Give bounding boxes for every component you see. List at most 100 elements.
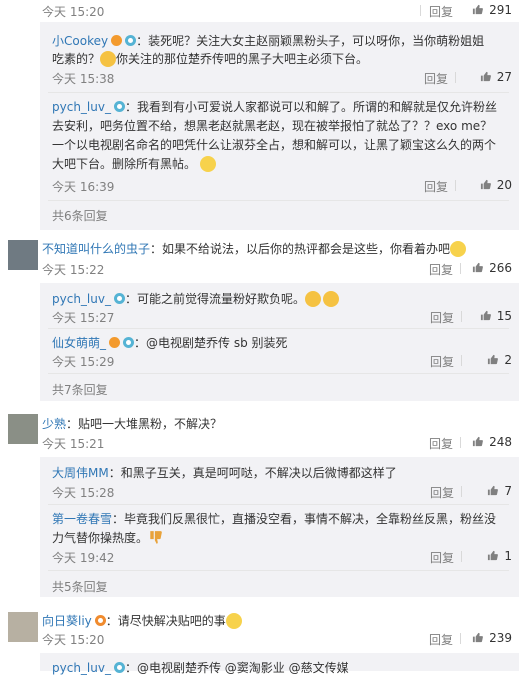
reply-text: pych_luv_ ：@电视剧楚乔传 @窦淘影业 @慈文传媒 <box>52 659 512 676</box>
comment-author[interactable]: 不知道叫什么的虫子 <box>42 242 150 256</box>
like-count: 239 <box>489 631 512 645</box>
verified-icon <box>125 35 137 46</box>
thumb-icon <box>480 310 491 321</box>
reply-button[interactable]: 回复 <box>429 261 453 278</box>
thumb-icon <box>473 262 484 273</box>
like-button[interactable]: 291 <box>460 3 512 17</box>
reply-content-line4: 大吧下台。删除所有黑帖。 <box>52 157 197 171</box>
reply-button[interactable]: 回复 <box>430 549 454 566</box>
show-more-replies[interactable]: 共5条回复 <box>52 578 108 595</box>
like-button[interactable]: 239 <box>460 631 512 645</box>
reply-text: 大周伟MM：和黑子互关，真是呵呵哒，不解决以后微博都这样了 <box>52 464 512 481</box>
thumb-icon <box>488 485 499 496</box>
reply-button[interactable]: 回复 <box>424 70 448 87</box>
reply-button[interactable]: 回复 <box>430 353 454 370</box>
verified-icon <box>94 615 106 626</box>
avatar[interactable] <box>8 414 38 444</box>
reply-button[interactable]: 回复 <box>424 178 448 195</box>
reply-button[interactable]: 回复 <box>430 309 454 326</box>
crown-icon <box>109 337 121 348</box>
like-button[interactable]: 2 <box>460 353 512 367</box>
reply-author[interactable]: 小Cookey <box>52 34 108 48</box>
comment-text: 向日葵liy ：请尽快解决贴吧的事 <box>42 612 512 629</box>
thumb-icon <box>473 4 484 15</box>
reply-text: 小Cookey ：装死呢？关注大女主赵丽颖黑粉头子，可以呀你，当你萌粉姐姐 吃素的… <box>52 32 512 68</box>
reply-time: 今天 15:27 <box>52 311 115 325</box>
like-button[interactable]: 266 <box>460 261 512 275</box>
thumb-icon <box>480 179 491 190</box>
crown-icon <box>111 35 123 46</box>
verified-icon <box>113 101 125 112</box>
thumb-icon <box>473 632 484 643</box>
comment-text: 少熟：贴吧一大堆黑粉，不解决？ <box>42 415 512 432</box>
reply-time: 今天 15:38 <box>52 72 115 86</box>
like-button[interactable]: 7 <box>460 484 512 498</box>
comment-time: 今天 15:22 <box>42 263 105 277</box>
reply-author[interactable]: 仙女萌萌_ <box>52 336 106 350</box>
scared-emoji <box>304 291 321 307</box>
comment-time: 今天 15:20 <box>42 633 105 647</box>
action-divider <box>455 180 456 191</box>
reply-content: ：和黑子互关，真是呵呵哒，不解决以后微博都这样了 <box>108 466 397 480</box>
comment-author[interactable]: 少熟 <box>42 417 66 431</box>
comment-time: 今天 15:21 <box>42 437 105 451</box>
thumb-icon <box>488 354 499 365</box>
like-button[interactable]: 20 <box>460 178 512 192</box>
reply-content-line1: ：我看到有小可爱说人家都说可以和解了。所谓的和解就是仅允许粉丝 <box>124 100 497 114</box>
reply-content-line2: 吃素的？ <box>52 52 101 66</box>
reply-author[interactable]: pych_luv_ <box>52 292 111 306</box>
reply-text: pych_luv_ ：我看到有小可爱说人家都说可以和解了。所谓的和解就是仅允许粉丝… <box>52 98 512 174</box>
reply-content: ：@电视剧楚乔传 sb 别装死 <box>134 336 288 350</box>
reply-content-line3: 一个以电视剧名命名的吧凭什么让淑芬全占，想和解可以，让黑了颖宝这么久的两个 <box>52 138 497 152</box>
comment-content: ：如果不给说法，以后你的热评都会是这些，你看着办吧 <box>150 242 451 256</box>
comment-text: 不知道叫什么的虫子：如果不给说法，以后你的热评都会是这些，你看着办吧 <box>42 240 512 257</box>
comment-content: ：贴吧一大堆黑粉，不解决？ <box>66 417 223 431</box>
verified-icon <box>113 293 125 304</box>
reply-time: 今天 16:39 <box>52 180 115 194</box>
reply-content-line2: 力气替你操热度。 <box>52 531 149 545</box>
like-button[interactable]: 27 <box>460 70 512 84</box>
divider <box>48 200 509 201</box>
avatar[interactable] <box>8 612 38 642</box>
like-count: 1 <box>504 549 512 563</box>
reply-author[interactable]: 第一卷春雪 <box>52 512 112 526</box>
action-divider <box>420 5 421 16</box>
scared-emoji <box>322 291 339 307</box>
reply-content: ：可能之前觉得流量粉好欺负呢。 <box>124 292 305 306</box>
scared-emoji <box>100 51 117 67</box>
like-count: 2 <box>504 353 512 367</box>
like-count: 27 <box>496 70 512 84</box>
reply-button[interactable]: 回复 <box>430 484 454 501</box>
like-count: 15 <box>496 309 512 323</box>
verified-icon <box>123 337 135 348</box>
comment-time: 今天 15:20 <box>42 5 105 19</box>
smile-emoji <box>225 613 242 629</box>
like-button[interactable]: 1 <box>460 549 512 563</box>
smile-emoji <box>199 156 216 172</box>
verified-icon <box>113 662 125 673</box>
thumbs-down-emoji <box>150 531 162 544</box>
divider <box>48 373 509 374</box>
reply-button[interactable]: 回复 <box>429 435 453 452</box>
like-button[interactable]: 15 <box>460 309 512 323</box>
reply-author[interactable]: pych_luv_ <box>52 100 111 114</box>
thumb-icon <box>473 436 484 447</box>
reply-button[interactable]: 回复 <box>429 631 453 648</box>
reply-content-line2: 去安利，吧务位置不给，想黑老赵就黑老赵，现在被举报怕了就怂了？？exo me？ <box>52 119 493 133</box>
comment-author[interactable]: 向日葵liy <box>42 614 92 628</box>
show-more-replies[interactable]: 共7条回复 <box>52 381 108 398</box>
reply-button[interactable]: 回复 <box>429 3 453 20</box>
comment-content: ：请尽快解决贴吧的事 <box>105 614 226 628</box>
divider <box>48 504 509 505</box>
thumb-icon <box>488 550 499 561</box>
like-count: 7 <box>504 484 512 498</box>
reply-author[interactable]: pych_luv_ <box>52 661 111 675</box>
reply-time: 今天 19:42 <box>52 551 115 565</box>
show-more-replies[interactable]: 共6条回复 <box>52 207 108 224</box>
like-button[interactable]: 248 <box>460 435 512 449</box>
avatar[interactable] <box>8 240 38 270</box>
like-count: 20 <box>496 178 512 192</box>
reply-author[interactable]: 大周伟MM <box>52 466 109 480</box>
action-divider <box>455 72 456 83</box>
reply-text: 仙女萌萌_ ：@电视剧楚乔传 sb 别装死 <box>52 334 512 351</box>
